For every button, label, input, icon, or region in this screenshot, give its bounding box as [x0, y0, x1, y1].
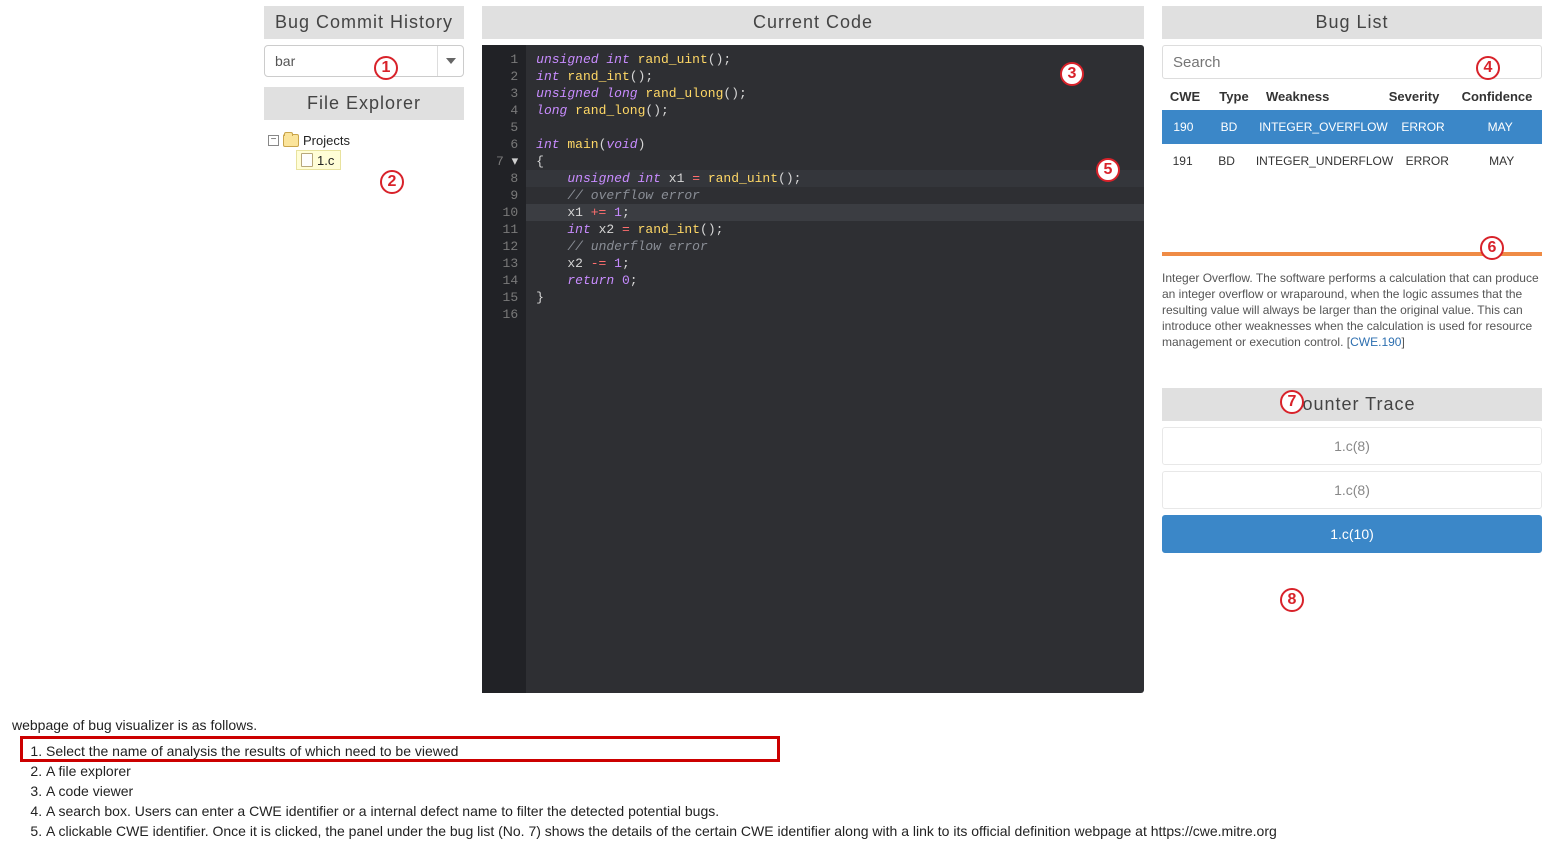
gutter-line: 3	[496, 85, 518, 102]
trace-item[interactable]: 1.c(10)	[1162, 515, 1542, 553]
gutter-line: 15	[496, 289, 518, 306]
col-cwe: CWE	[1162, 89, 1208, 104]
bug-list-header: Bug List	[1162, 6, 1542, 39]
cwe-link[interactable]: CWE.190	[1350, 335, 1401, 349]
bug-cell-type: BD	[1205, 120, 1253, 134]
bottom-intro: webpage of bug visualizer is as follows.	[12, 717, 1548, 733]
trace-item[interactable]: 1.c(8)	[1162, 471, 1542, 509]
chevron-down-icon	[437, 46, 463, 76]
bug-cell-sev: ERROR	[1388, 120, 1459, 134]
gutter-line: 11	[496, 221, 518, 238]
code-line: }	[536, 289, 1144, 306]
code-line: int x2 = rand_int();	[536, 221, 1144, 238]
col-conf: Confidence	[1452, 89, 1542, 104]
bug-table: CWE Type Weakness Severity Confidence 19…	[1162, 87, 1542, 178]
file-tree: − Projects 1.c	[264, 126, 464, 170]
bug-cell-type: BD	[1203, 154, 1250, 168]
bug-cell-cwe: 190	[1162, 120, 1205, 134]
analysis-select[interactable]: bar	[264, 45, 464, 77]
bug-description: Integer Overflow. The software performs …	[1162, 270, 1542, 350]
bug-row[interactable]: 191BDINTEGER_UNDERFLOWERRORMAY	[1162, 144, 1542, 178]
bug-search-input[interactable]	[1162, 45, 1542, 79]
trace-item[interactable]: 1.c(8)	[1162, 427, 1542, 465]
bug-row[interactable]: 190BDINTEGER_OVERFLOWERRORMAY	[1162, 110, 1542, 144]
current-code-header: Current Code	[482, 6, 1144, 39]
counter-trace-header: Counter Trace	[1162, 388, 1542, 421]
gutter-line: 14	[496, 272, 518, 289]
gutter-line: 10	[496, 204, 518, 221]
counter-trace-list: 1.c(8) 1.c(8) 1.c(10)	[1162, 427, 1542, 553]
bottom-list: Select the name of analysis the results …	[46, 743, 1548, 839]
code-line: long rand_long();	[536, 102, 1144, 119]
col-sev: Severity	[1376, 89, 1452, 104]
tree-folder-label: Projects	[303, 133, 350, 148]
tree-file-1c[interactable]: 1.c	[296, 150, 341, 170]
code-line: // underflow error	[536, 238, 1144, 255]
code-line: x2 -= 1;	[536, 255, 1144, 272]
file-explorer-header: File Explorer	[264, 87, 464, 120]
gutter-line: 2	[496, 68, 518, 85]
gutter-line: 5	[496, 119, 518, 136]
gutter-line: 4	[496, 102, 518, 119]
bottom-list-item: Select the name of analysis the results …	[46, 743, 1548, 759]
bug-cell-conf: MAY	[1458, 120, 1542, 134]
code-line: return 0;	[536, 272, 1144, 289]
file-icon	[301, 153, 313, 167]
bottom-list-item: A code viewer	[46, 783, 1548, 799]
analysis-select-value: bar	[275, 53, 295, 69]
collapse-icon[interactable]: −	[268, 135, 279, 146]
code-body[interactable]: unsigned int rand_uint();int rand_int();…	[526, 45, 1144, 693]
code-line: // overflow error	[536, 187, 1144, 204]
bug-cell-conf: MAY	[1461, 154, 1542, 168]
code-line	[536, 119, 1144, 136]
gutter-line: 8	[496, 170, 518, 187]
code-gutter: 1234567 ▾8910111213141516	[482, 45, 526, 693]
bottom-list-item: A file explorer	[46, 763, 1548, 779]
bug-commit-history-header: Bug Commit History	[264, 6, 464, 39]
bug-cell-sev: ERROR	[1393, 154, 1461, 168]
divider-orange	[1162, 252, 1542, 256]
code-editor[interactable]: 1234567 ▾8910111213141516 unsigned int r…	[482, 45, 1144, 693]
code-line: {	[536, 153, 1144, 170]
bug-table-header: CWE Type Weakness Severity Confidence	[1162, 87, 1542, 110]
bug-cell-weak: INTEGER_UNDERFLOW	[1250, 154, 1393, 168]
gutter-line: 6	[496, 136, 518, 153]
bottom-list-item: A clickable CWE identifier. Once it is c…	[46, 823, 1548, 839]
code-line: int main(void)	[536, 136, 1144, 153]
bug-cell-cwe: 191	[1162, 154, 1203, 168]
gutter-line: 12	[496, 238, 518, 255]
code-line: unsigned int x1 = rand_uint();	[526, 170, 1144, 187]
code-line: int rand_int();	[536, 68, 1144, 85]
gutter-line: 9	[496, 187, 518, 204]
bug-cell-weak: INTEGER_OVERFLOW	[1253, 120, 1388, 134]
code-line: unsigned long rand_ulong();	[536, 85, 1144, 102]
col-weak: Weakness	[1260, 89, 1376, 104]
gutter-line: 13	[496, 255, 518, 272]
gutter-line: 16	[496, 306, 518, 323]
bottom-list-item: A search box. Users can enter a CWE iden…	[46, 803, 1548, 819]
folder-icon	[283, 134, 299, 147]
col-type: Type	[1208, 89, 1260, 104]
gutter-line: 7 ▾	[496, 153, 518, 170]
gutter-line: 1	[496, 51, 518, 68]
tree-file-label: 1.c	[317, 153, 334, 168]
code-line: unsigned int rand_uint();	[536, 51, 1144, 68]
code-line: x1 += 1;	[526, 204, 1144, 221]
tree-folder-projects[interactable]: − Projects	[268, 130, 464, 150]
code-line	[536, 306, 1144, 323]
